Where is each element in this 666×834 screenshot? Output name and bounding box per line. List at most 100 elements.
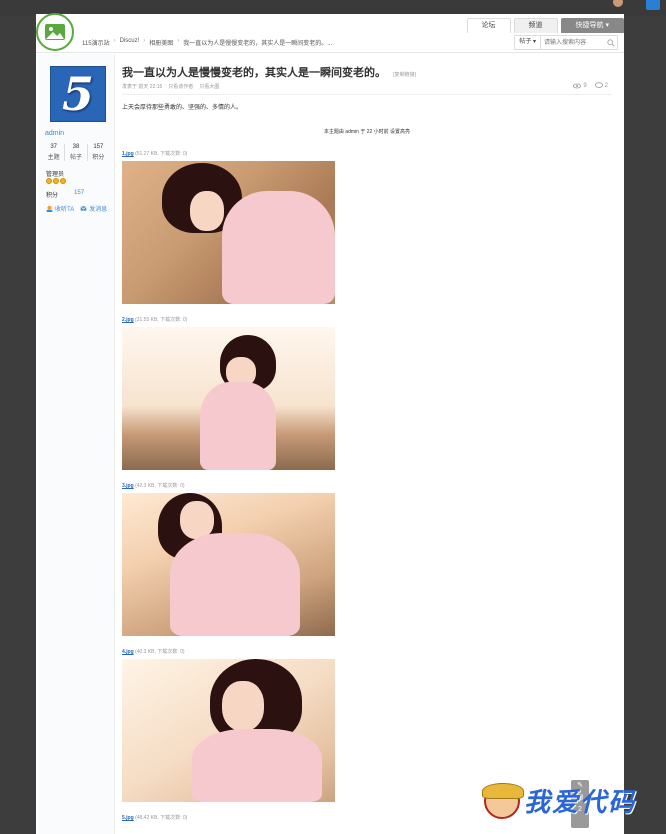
author-name[interactable]: admin bbox=[45, 130, 64, 137]
attachment-caption: 2.jpg (31.55 KB, 下载次数: 0) bbox=[122, 316, 335, 323]
credit-row: 积分 157 bbox=[46, 190, 84, 199]
breadcrumb-item-site[interactable]: 115演示站 bbox=[82, 38, 110, 47]
view-count: 9 bbox=[573, 82, 587, 89]
photo-face bbox=[190, 191, 224, 231]
attachment-image[interactable] bbox=[122, 659, 335, 802]
user-avatar-small[interactable] bbox=[613, 0, 623, 7]
message-button[interactable]: 发消息 bbox=[80, 204, 107, 213]
breadcrumb-bar: 115演示站 › Discuz! › 相册美图 › 我一直以为人是慢慢变老的，其… bbox=[36, 32, 624, 53]
stat-value: 38 bbox=[72, 144, 80, 150]
attachment-caption: 1.jpg (51.27 KB, 下载次数: 0) bbox=[122, 150, 335, 157]
view-count-value: 9 bbox=[583, 82, 587, 89]
thread-counters: 9 2 bbox=[573, 82, 608, 89]
breadcrumb-item-discuz[interactable]: Discuz! bbox=[120, 38, 140, 47]
search-type-select[interactable]: 帖子 ▾ bbox=[515, 36, 541, 49]
post-time: 发表于 前天 22:15 bbox=[122, 84, 163, 90]
attachment-filename[interactable]: 4.jpg bbox=[122, 649, 134, 655]
follow-label: 收听TA bbox=[55, 207, 75, 213]
search-input[interactable] bbox=[541, 37, 605, 48]
attachment-4: 4.jpg (40.3 KB, 下载次数: 0) bbox=[122, 648, 335, 802]
photo-face bbox=[222, 681, 264, 731]
large-image-link[interactable]: 只看大图 bbox=[199, 83, 219, 90]
stat-label: 主题 bbox=[47, 155, 60, 161]
copy-link-button[interactable]: [复制链接] bbox=[393, 72, 416, 78]
stat-label: 帖子 bbox=[69, 155, 82, 161]
breadcrumb: 115演示站 › Discuz! › 相册美图 › 我一直以为人是慢慢变老的，其… bbox=[82, 38, 332, 47]
image-icon bbox=[45, 24, 65, 40]
attachment-filename[interactable]: 2.jpg bbox=[122, 317, 134, 323]
avatar-glyph: 5 bbox=[61, 67, 94, 121]
attachment-info: (31.55 KB, 下载次数: 0) bbox=[135, 317, 188, 323]
rank-star-icon bbox=[53, 178, 59, 184]
message-icon bbox=[80, 206, 87, 211]
attachment-5: 5.jpg (48.42 KB, 下载次数: 0) bbox=[122, 814, 187, 821]
stat-threads[interactable]: 37 主题 bbox=[43, 144, 66, 161]
attachment-3: 3.jpg (42.3 KB, 下载次数: 0) bbox=[122, 482, 335, 636]
reply-count-value: 2 bbox=[604, 82, 608, 89]
credit-label: 积分 bbox=[46, 193, 59, 199]
eye-icon bbox=[573, 83, 582, 88]
attachment-filename[interactable]: 3.jpg bbox=[122, 483, 134, 489]
stat-label: 积分 bbox=[92, 155, 105, 161]
rank-star-icon bbox=[60, 178, 66, 184]
rank-stars bbox=[46, 178, 66, 184]
site-logo[interactable] bbox=[36, 13, 74, 51]
watermark-text: 我爱代码 bbox=[524, 788, 637, 818]
watermark-mascot-icon bbox=[482, 782, 524, 819]
attachment-1: 1.jpg (51.27 KB, 下载次数: 0) bbox=[122, 150, 335, 304]
follow-button[interactable]: 收听TA bbox=[46, 204, 74, 213]
author-sidebar: 5 admin 37 主题 38 帖子 157 积分 管理员 积分 157 收听… bbox=[38, 54, 115, 834]
stat-value: 157 bbox=[93, 144, 104, 150]
attachment-caption: 4.jpg (40.3 KB, 下载次数: 0) bbox=[122, 648, 335, 655]
photo-sweater bbox=[200, 382, 276, 470]
nav-tabs: 论坛 频道 快捷导航 ▾ bbox=[466, 18, 624, 33]
photo-sweater bbox=[170, 533, 300, 636]
comment-icon bbox=[594, 82, 603, 88]
thread-title: 我一直以为人是慢慢变老的，其实人是一瞬间变老的。 bbox=[122, 67, 386, 79]
search-area: 帖子 ▾ bbox=[514, 35, 618, 50]
photo-sweater bbox=[192, 729, 322, 802]
attachment-info: (40.3 KB, 下载次数: 0) bbox=[135, 649, 185, 655]
rank-star-icon bbox=[46, 178, 52, 184]
tab-forum[interactable]: 论坛 bbox=[466, 18, 511, 33]
breadcrumb-separator: › bbox=[177, 38, 180, 44]
straw-hat-icon bbox=[482, 782, 524, 799]
moderation-notice: 本主题由 admin 于 22 小时前 设置高亮 bbox=[323, 129, 411, 135]
attachment-image[interactable] bbox=[122, 493, 335, 636]
search-icon bbox=[607, 38, 615, 46]
attachment-image[interactable] bbox=[122, 327, 335, 470]
message-label: 发消息 bbox=[89, 207, 108, 213]
stat-value: 37 bbox=[50, 144, 57, 150]
only-author-link[interactable]: 只看该作者 bbox=[168, 83, 193, 90]
user-group[interactable]: 管理员 bbox=[46, 169, 64, 178]
breadcrumb-item-forum[interactable]: 相册美图 bbox=[149, 38, 173, 47]
attachment-image[interactable] bbox=[122, 161, 335, 304]
watermark: 我爱代码 bbox=[482, 782, 637, 819]
post-body: 上天会厚待那些勇敢的、坚强的、多情的人。 bbox=[122, 105, 243, 111]
photo-sweater bbox=[222, 191, 335, 304]
search-button[interactable] bbox=[605, 37, 617, 49]
divider bbox=[122, 94, 612, 95]
stat-posts[interactable]: 38 帖子 bbox=[65, 144, 88, 161]
attachment-filename[interactable]: 5.jpg bbox=[122, 815, 134, 821]
attachment-filename[interactable]: 1.jpg bbox=[122, 151, 134, 157]
breadcrumb-separator: › bbox=[143, 38, 146, 44]
follow-icon bbox=[46, 205, 53, 212]
breadcrumb-item-thread: 我一直以为人是慢慢变老的，其实人是一瞬间变老的。... bbox=[183, 41, 333, 47]
thread-title-row: 我一直以为人是慢慢变老的，其实人是一瞬间变老的。 [复制链接] bbox=[122, 64, 416, 80]
stat-credits[interactable]: 157 积分 bbox=[88, 144, 109, 161]
attachment-2: 2.jpg (31.55 KB, 下载次数: 0) bbox=[122, 316, 335, 470]
top-user[interactable] bbox=[613, 0, 626, 7]
author-actions: 收听TA 发消息 bbox=[46, 204, 107, 213]
attachment-info: (51.27 KB, 下载次数: 0) bbox=[135, 151, 188, 157]
reply-count: 2 bbox=[594, 82, 608, 89]
corner-badge[interactable] bbox=[646, 0, 660, 10]
tab-channel[interactable]: 频道 bbox=[513, 18, 558, 33]
post-meta: 发表于 前天 22:15 只看该作者 只看大图 bbox=[122, 83, 219, 90]
tab-quick-nav[interactable]: 快捷导航 ▾ bbox=[560, 18, 624, 33]
author-avatar[interactable]: 5 bbox=[50, 66, 106, 122]
attachment-caption: 5.jpg (48.42 KB, 下载次数: 0) bbox=[122, 814, 187, 821]
author-stats: 37 主题 38 帖子 157 积分 bbox=[43, 144, 109, 161]
credit-value[interactable]: 157 bbox=[74, 190, 84, 199]
attachment-caption: 3.jpg (42.3 KB, 下载次数: 0) bbox=[122, 482, 335, 489]
